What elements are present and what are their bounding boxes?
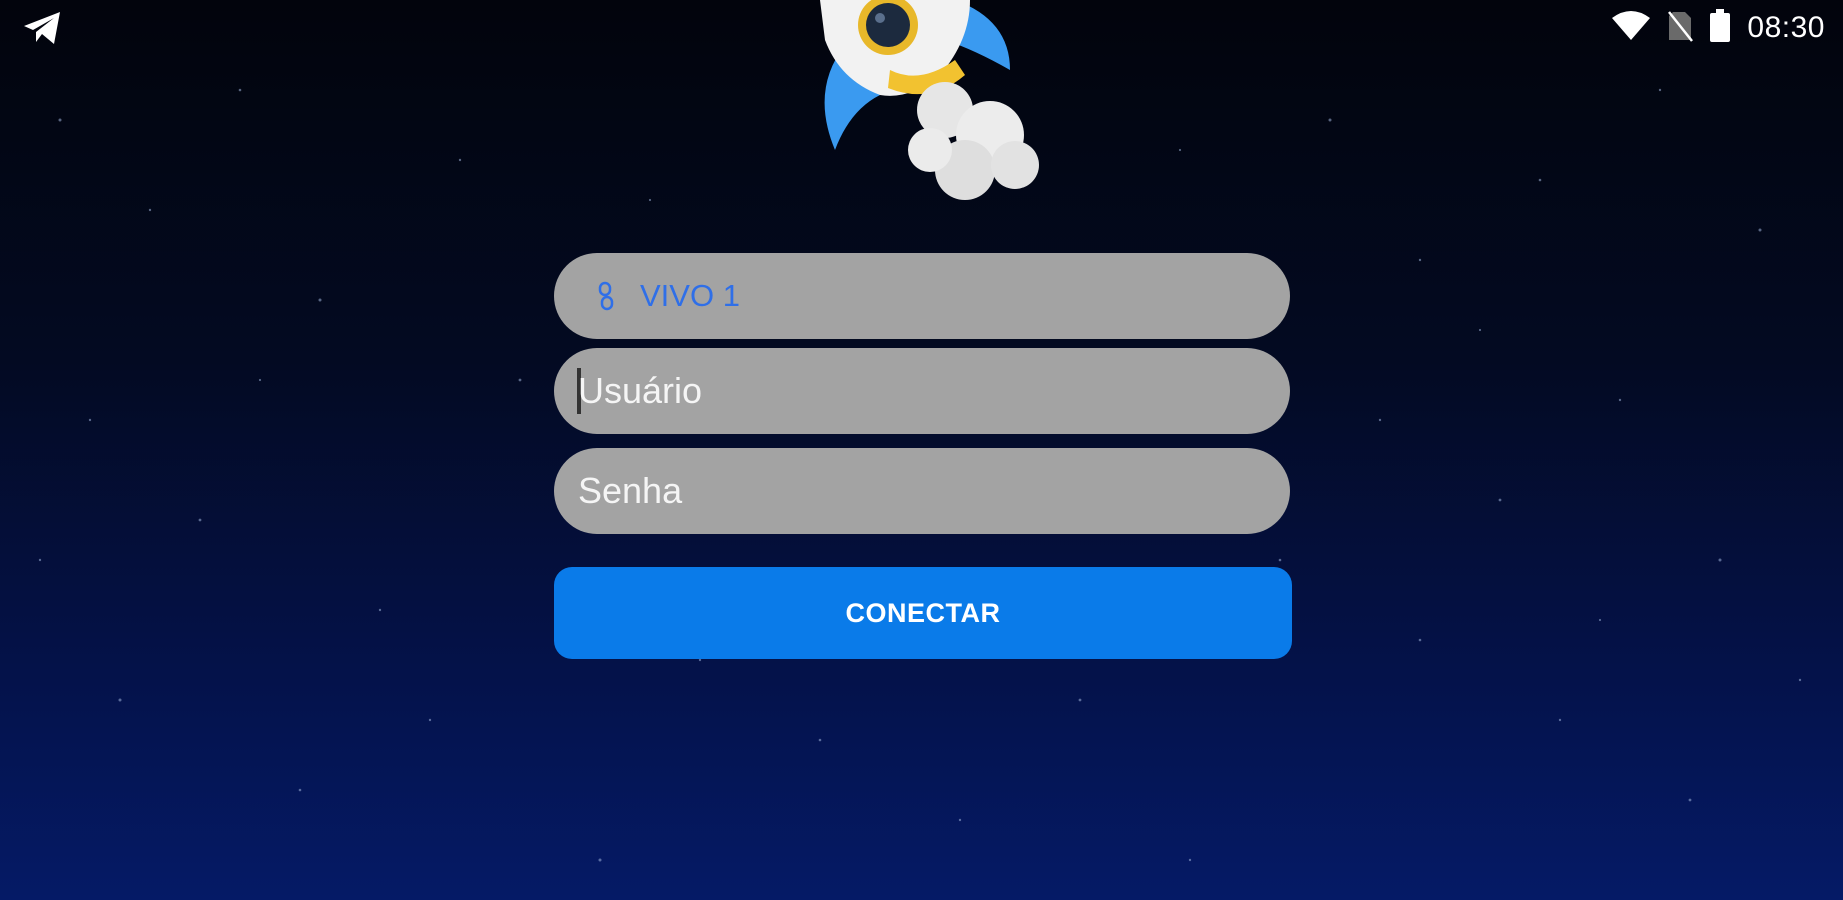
server-select[interactable]: VIVO 1 <box>554 253 1290 339</box>
wifi-icon <box>1611 10 1651 47</box>
username-placeholder: Usuário <box>578 370 703 411</box>
link-icon <box>596 281 616 311</box>
password-placeholder: Senha <box>578 470 683 511</box>
battery-icon <box>1709 8 1731 48</box>
rocket-illustration <box>770 0 1080 215</box>
status-bar: 08:30 <box>1611 6 1825 50</box>
server-label: VIVO 1 <box>640 278 740 313</box>
telegram-icon <box>22 10 64 46</box>
clock: 08:30 <box>1747 11 1825 44</box>
connect-button[interactable]: CONECTAR <box>554 567 1292 659</box>
no-sim-icon <box>1667 10 1694 47</box>
password-field[interactable]: Senha <box>554 448 1290 534</box>
username-field[interactable]: Usuário <box>554 348 1290 434</box>
